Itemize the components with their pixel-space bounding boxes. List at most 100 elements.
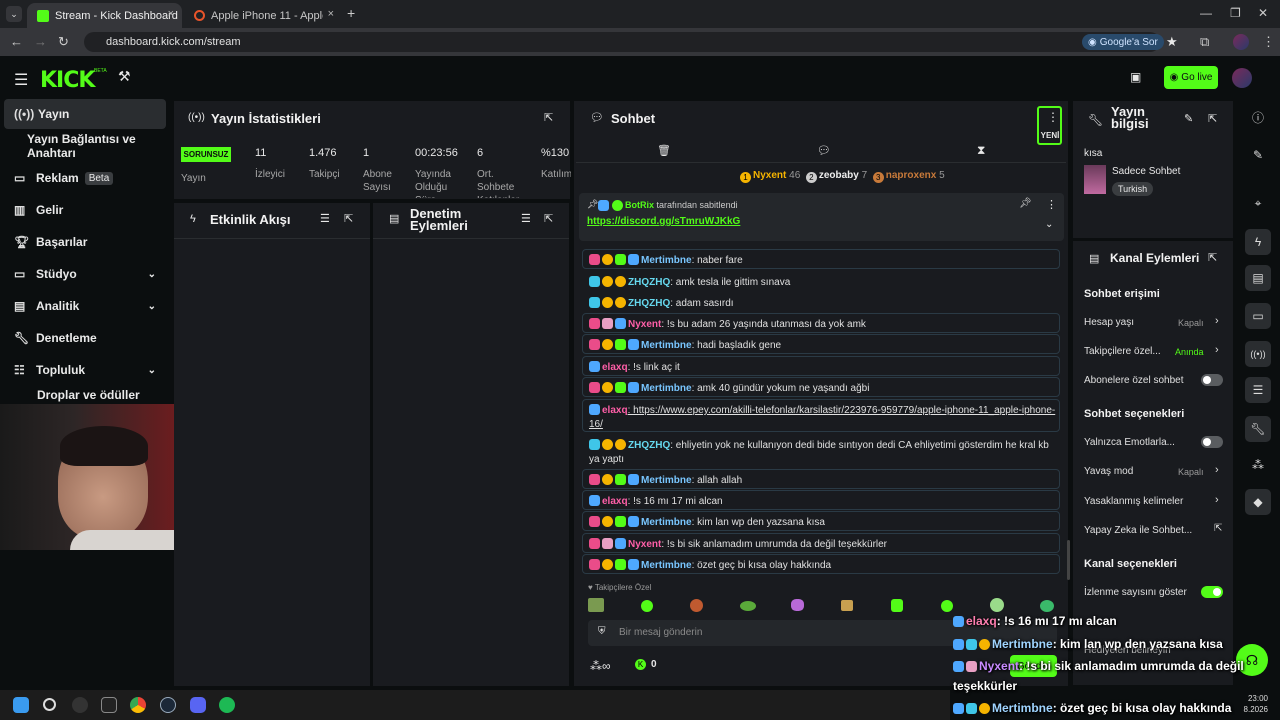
chat-bubble-icon[interactable]: ▭ [1245, 303, 1271, 329]
chat-username[interactable]: Mertimbne [641, 517, 692, 528]
bookmark-star-icon[interactable]: ★ [1166, 34, 1178, 50]
search-icon[interactable] [43, 698, 56, 711]
chat-username[interactable]: Nyxent [628, 319, 661, 330]
dashboard-layout-icon[interactable]: ▣ [1130, 70, 1141, 84]
close-icon[interactable]: × [168, 8, 174, 20]
banned-words-label[interactable]: Yasaklanmış kelimeler [1084, 496, 1183, 507]
lightning-icon[interactable]: ϟ [1245, 229, 1271, 255]
kebab-icon[interactable]: ⋮ [1046, 198, 1057, 211]
info-icon[interactable]: ⓘ [1245, 104, 1271, 130]
chat-message[interactable]: ZHQZHQ: adam sasırdı [582, 292, 1060, 312]
followers-only-label[interactable]: Takipçilere özel... [1084, 346, 1172, 357]
chevron-right-icon[interactable]: › [1215, 494, 1219, 506]
subscribers-only-toggle[interactable] [1201, 374, 1223, 386]
tab-search-icon[interactable]: ⌄ [6, 6, 22, 22]
sidebar-item-reklam[interactable]: ▭ Reklam Beta [4, 163, 166, 193]
settings-icon[interactable]: ⁂∞ [590, 659, 611, 673]
actions-list-icon[interactable]: ☰ [1245, 377, 1271, 403]
emote-icon[interactable] [641, 600, 653, 612]
sidebar-item-analitik[interactable]: ▤ Analitik ⌄ [4, 291, 166, 321]
go-live-button[interactable]: ◉ Go live [1164, 66, 1218, 89]
chat-username[interactable]: Mertimbne [641, 475, 692, 486]
sidebar-item-gelir[interactable]: ▥ Gelir [4, 195, 166, 225]
sidebar-item-droplar[interactable]: Droplar ve ödüller [4, 388, 166, 404]
user-avatar[interactable] [1232, 68, 1252, 88]
show-viewers-toggle[interactable] [1201, 586, 1223, 598]
minimize-icon[interactable]: — [1200, 6, 1212, 20]
chat-username[interactable]: Nyxent [628, 539, 661, 550]
back-icon[interactable]: ← [10, 34, 23, 49]
sidebar-item-yayin[interactable]: ((•)) Yayın [4, 99, 166, 129]
chat-menu-button[interactable]: ⋮ YENİ [1037, 106, 1062, 145]
external-link-icon[interactable]: ⇱ [1214, 523, 1222, 534]
emote-icon[interactable] [1040, 600, 1054, 612]
filter-icon[interactable]: ☰ [320, 212, 330, 225]
windows-start-icon[interactable] [13, 697, 29, 713]
profile-avatar[interactable] [1233, 34, 1249, 50]
restore-icon[interactable]: ❐ [1230, 6, 1241, 20]
steam-icon[interactable] [160, 697, 176, 713]
obs-icon[interactable] [72, 697, 88, 713]
chat-message[interactable]: Mertimbne: hadi başladık gene [582, 334, 1060, 354]
edit-pencil-icon[interactable]: ✎ [1184, 112, 1193, 125]
capcut-icon[interactable] [101, 697, 117, 713]
popout-icon[interactable]: ⇱ [1208, 112, 1217, 125]
popout-icon[interactable]: ⇱ [1208, 251, 1217, 264]
wrench-icon[interactable]: 🔧︎ [1245, 416, 1271, 442]
emote-icon[interactable] [841, 600, 853, 611]
chat-message[interactable]: elaxq: !s 16 mı 17 mi alcan [582, 490, 1060, 510]
close-icon[interactable]: × [328, 8, 334, 20]
hamburger-menu-icon[interactable]: ☰ [14, 70, 28, 90]
tab-kick-dashboard[interactable]: Stream - Kick Dashboard × [27, 3, 182, 28]
hourglass-icon[interactable]: ⧗ [977, 143, 985, 158]
chat-message[interactable]: ZHQZHQ: amk tesla ile gittim sınava [582, 271, 1060, 291]
gifter-name[interactable]: naproxenx [886, 170, 937, 181]
apps-icon[interactable]: ⁂ [1245, 452, 1271, 478]
language-tag[interactable]: Turkish [1112, 182, 1154, 196]
popout-icon[interactable]: ⇱ [344, 212, 353, 225]
address-bar[interactable]: dashboard.kick.com/stream [84, 32, 1160, 52]
tools-icon[interactable]: ⚒ [118, 68, 131, 85]
chat-username[interactable]: Mertimbne [641, 560, 692, 571]
spotify-icon[interactable] [219, 697, 235, 713]
emote-icon[interactable] [891, 599, 903, 612]
emote-only-toggle[interactable] [1201, 436, 1223, 448]
sidebar-item-studyo[interactable]: ▭ Stüdyo ⌄ [4, 259, 166, 289]
chat-message[interactable]: elaxq: !s link aç it [582, 356, 1060, 376]
chat-message[interactable]: ZHQZHQ: ehliyetin yok ne kullanıyon dedi… [582, 434, 1060, 467]
gifter-name[interactable]: Nyxent [753, 170, 786, 181]
pinned-link[interactable]: https://discord.gg/sTmruWJKkG [587, 216, 740, 227]
chat-message[interactable]: Mertimbne: kim lan wp den yazsana kısa [582, 511, 1060, 531]
chat-username[interactable]: Mertimbne [641, 255, 692, 266]
chevron-down-icon[interactable]: ⌄ [1045, 219, 1053, 230]
unpin-icon[interactable]: 📌︎ [1019, 198, 1032, 209]
document-icon[interactable]: ▤ [1245, 265, 1271, 291]
chat-message[interactable]: Nyxent: !s bi sik anlamadım umrumda da d… [582, 533, 1060, 553]
tab-apple-iphone[interactable]: Apple iPhone 11 - Apple iPhone × [184, 3, 342, 28]
chat-message[interactable]: elaxq: https://www.epey.com/akilli-telef… [582, 399, 1060, 432]
gifter-name[interactable]: zeobaby [819, 170, 859, 181]
chat-message[interactable]: Mertimbne: naber fare [582, 249, 1060, 269]
filter-icon[interactable]: ☰ [521, 212, 531, 225]
chat-username[interactable]: ZHQZHQ [628, 298, 670, 309]
chat-username[interactable]: Mertimbne [641, 340, 692, 351]
chat-link[interactable]: : https://www.epey.com/akilli-telefonlar… [589, 405, 1055, 430]
browser-menu-icon[interactable]: ⋮ [1262, 34, 1275, 50]
chat-bubble-icon[interactable]: 💬︎ [817, 144, 831, 157]
new-tab-button[interactable]: + [347, 5, 355, 21]
sidebar-item-denetleme[interactable]: 🔧︎ Denetleme [4, 323, 166, 353]
pencil-icon[interactable]: ✎ [1245, 142, 1271, 168]
chat-username[interactable]: elaxq [602, 405, 628, 416]
extensions-icon[interactable]: ⧉ [1200, 34, 1209, 50]
discord-icon[interactable] [190, 697, 206, 713]
capture-icon[interactable]: ⌖ [1245, 190, 1271, 216]
diamond-icon[interactable]: ◆ [1245, 489, 1271, 515]
emote-icon[interactable] [740, 601, 756, 611]
forward-icon[interactable]: → [34, 34, 47, 49]
chat-message[interactable]: Mertimbne: allah allah [582, 469, 1060, 489]
popout-icon[interactable]: ⇱ [544, 212, 553, 225]
chat-username[interactable]: ZHQZHQ [628, 440, 670, 451]
account-age-label[interactable]: Hesap yaşı [1084, 317, 1134, 328]
pinned-message[interactable]: 📌︎ BotRix tarafından sabitlendi 📌︎ ⋮ htt… [579, 193, 1064, 241]
chrome-icon[interactable] [130, 697, 146, 713]
